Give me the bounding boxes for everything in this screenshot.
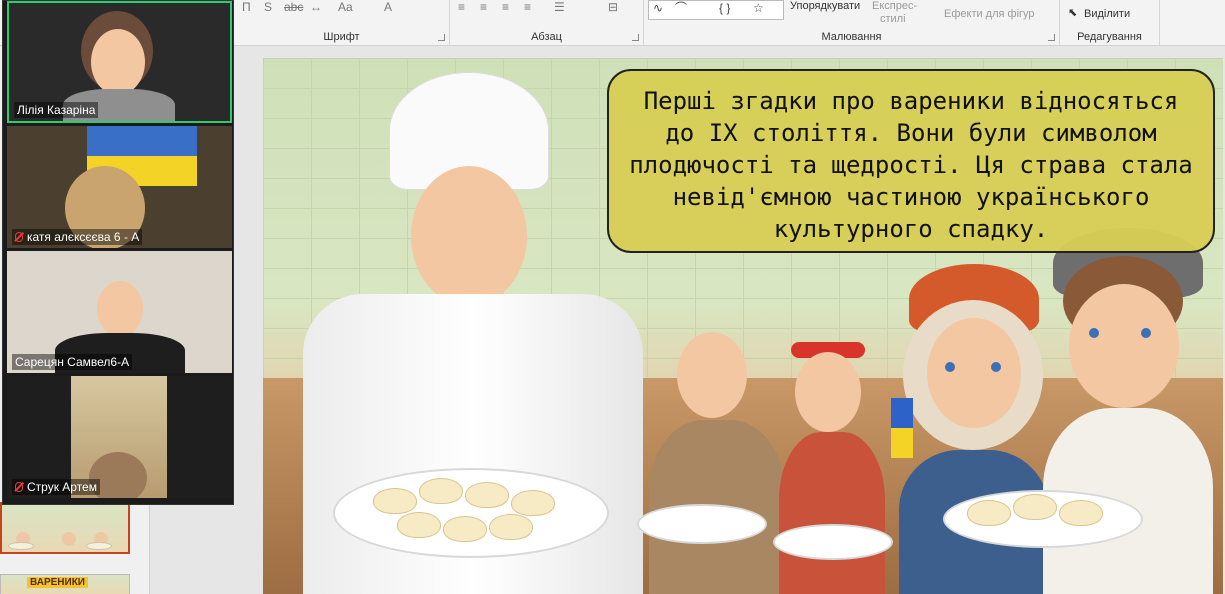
quick-styles-label-2[interactable]: стилі xyxy=(880,13,906,26)
participant-name: Сарецян Самвел6-А xyxy=(12,354,133,370)
align-right-icon[interactable]: ≡ xyxy=(502,0,509,14)
align-left-icon[interactable]: ≡ xyxy=(458,0,465,14)
bearded-man-figure xyxy=(637,308,793,594)
editing-group: ⬉ Виділити Редагування xyxy=(1060,0,1160,46)
thumb-plate xyxy=(8,542,34,550)
slide-caption-box[interactable]: Перші згадки про вареники відносяться до… xyxy=(607,69,1215,253)
girl-bandana-figure xyxy=(773,338,893,594)
boy-cap-figure xyxy=(943,228,1223,594)
man-plate xyxy=(637,504,767,544)
participant-face xyxy=(91,29,145,95)
blonde-girl-eye xyxy=(945,362,955,372)
columns-icon[interactable]: ☰ xyxy=(554,0,565,14)
participant-face xyxy=(97,281,143,337)
font-group: П S abc ↔ Aa A Шрифт xyxy=(234,0,450,46)
dumpling xyxy=(1059,500,1103,526)
font-color-button[interactable]: A xyxy=(384,0,392,14)
muted-mic-icon xyxy=(15,482,23,492)
strikethrough-button[interactable]: abc xyxy=(284,0,303,14)
participant-name: катя алєксєєва 6 - А xyxy=(12,229,143,245)
brace-shape-icon[interactable]: { } xyxy=(719,1,730,15)
participant-name: Струк Артем xyxy=(12,479,100,495)
justify-icon[interactable]: ≡ xyxy=(524,0,531,14)
s-button[interactable]: S xyxy=(264,0,272,14)
participant-tile[interactable]: Лілія Казаріна xyxy=(7,1,232,123)
chef-face xyxy=(411,166,527,306)
spacing-chevron-icon[interactable]: ↔ xyxy=(310,0,322,14)
muted-mic-icon xyxy=(15,232,23,242)
shapes-gallery[interactable]: ∿ ⌒ { } ☆ xyxy=(648,0,784,20)
paragraph-group-label: Абзац xyxy=(531,31,562,43)
participant-name: Лілія Казаріна xyxy=(14,102,99,118)
participant-tile[interactable]: Струк Артем xyxy=(7,376,232,498)
slide-thumbnail-next[interactable]: ВАРЕНИКИ xyxy=(0,574,130,594)
shape-effects-button[interactable]: Ефекти для фігур xyxy=(944,8,1035,21)
dumpling xyxy=(465,482,509,508)
font-case-button[interactable]: Aa xyxy=(338,0,353,14)
arrange-button[interactable]: Упорядкувати xyxy=(790,0,860,13)
girl-plate xyxy=(773,524,893,560)
slide-canvas[interactable]: Перші згадки про вареники відносяться до… xyxy=(263,58,1223,594)
dumpling xyxy=(511,490,555,516)
drawing-group-label: Малювання xyxy=(821,31,882,43)
video-call-panel[interactable]: Лілія Казаріна катя алєксєєва 6 - А Саре… xyxy=(2,0,234,505)
participant-tile[interactable]: Сарецян Самвел6-А xyxy=(7,251,232,373)
font-launcher-icon[interactable] xyxy=(438,34,445,41)
participant-tile[interactable]: катя алєксєєва 6 - А xyxy=(7,126,232,248)
dumpling xyxy=(967,500,1011,526)
man-face xyxy=(677,332,747,418)
font-group-label: Шрифт xyxy=(323,31,360,43)
line-shape-icon[interactable]: ∿ xyxy=(653,1,663,15)
quick-styles-label-1[interactable]: Експрес- xyxy=(872,0,917,13)
boy-eye xyxy=(1141,328,1151,338)
arc-shape-icon[interactable]: ⌒ xyxy=(675,1,687,15)
girl-face xyxy=(795,352,861,432)
paragraph-launcher-icon[interactable] xyxy=(632,34,639,41)
drawing-group: ∿ ⌒ { } ☆ Упорядкувати Експрес- стилі Еф… xyxy=(644,0,1060,46)
dumpling xyxy=(1013,494,1057,520)
underline-button[interactable]: П xyxy=(242,0,251,14)
align-center-icon[interactable]: ≡ xyxy=(480,0,487,14)
select-button[interactable]: Виділити xyxy=(1084,8,1130,21)
dumpling xyxy=(397,512,441,538)
dumpling xyxy=(443,516,487,542)
powerpoint-window: П S abc ↔ Aa A Шрифт ≡ ≡ ≡ ≡ ☰ ⊟ Абзац ∿… xyxy=(0,0,1225,594)
thumb-plate xyxy=(86,542,112,550)
chef-figure xyxy=(303,58,643,594)
editing-group-label: Редагування xyxy=(1077,31,1142,43)
dumpling xyxy=(373,488,417,514)
boy-face xyxy=(1069,284,1179,408)
dumpling xyxy=(489,514,533,540)
drawing-launcher-icon[interactable] xyxy=(1048,34,1055,41)
dumpling xyxy=(419,478,463,504)
text-direction-icon[interactable]: ⊟ xyxy=(608,0,618,14)
thumb-title: ВАРЕНИКИ xyxy=(27,577,88,588)
boy-eye xyxy=(1089,328,1099,338)
ukraine-flag xyxy=(891,398,913,458)
star-shape-icon[interactable]: ☆ xyxy=(753,1,764,15)
thumb-figure xyxy=(62,532,76,546)
cursor-icon: ⬉ xyxy=(1068,7,1078,19)
girl-dress xyxy=(779,432,885,594)
paragraph-group: ≡ ≡ ≡ ≡ ☰ ⊟ Абзац xyxy=(450,0,644,46)
slide-thumbnail-current[interactable] xyxy=(0,502,130,554)
blonde-girl-eye xyxy=(991,362,1001,372)
chef-plate xyxy=(333,468,609,558)
blonde-girl-face xyxy=(927,318,1021,428)
